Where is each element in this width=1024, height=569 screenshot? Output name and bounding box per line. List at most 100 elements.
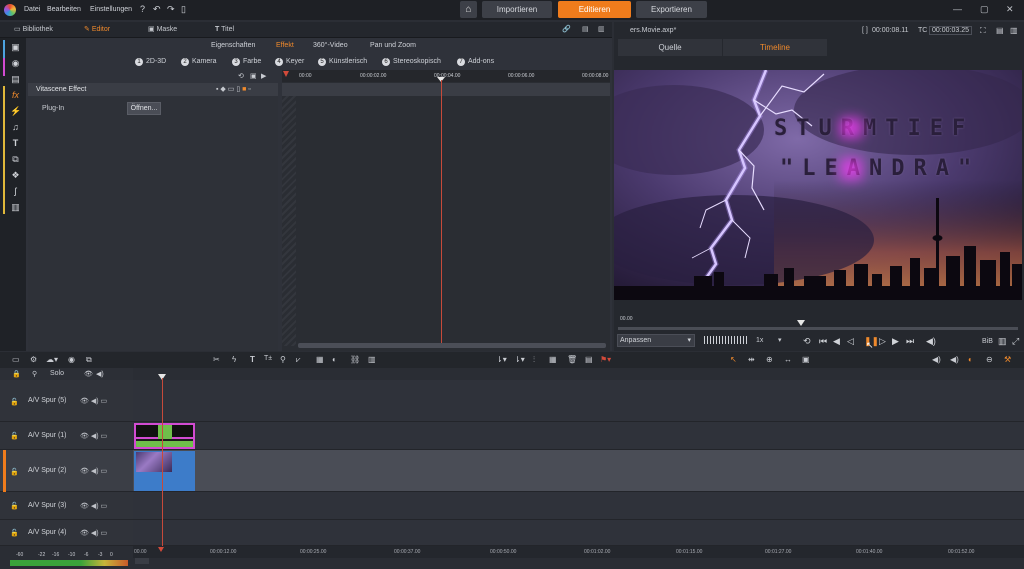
speed-select[interactable]: 1x (756, 337, 763, 344)
audio-all-icon[interactable]: ◀︎) (96, 370, 104, 378)
graphics-icon[interactable]: ⧉ (10, 154, 21, 165)
title-clip[interactable] (134, 423, 195, 449)
text-icon[interactable]: T (10, 138, 21, 149)
import-button[interactable]: Importieren (482, 1, 552, 18)
fx-category-color[interactable]: 3 Farbe (232, 58, 261, 66)
lock-icon[interactable]: 🔓 (10, 468, 19, 476)
tab-source[interactable]: Quelle (618, 39, 722, 56)
solo-icon[interactable]: ⚲ (32, 370, 37, 378)
trim-icon[interactable]: ⇹ (748, 355, 755, 364)
save-icon[interactable]: ▣ (250, 72, 257, 80)
open-plugin-button[interactable]: Öffnen... (127, 102, 161, 115)
fx-category-artistic[interactable]: 5 Künstlerisch (318, 58, 367, 66)
export-button[interactable]: Exportieren (636, 1, 707, 18)
track-lane-4[interactable] (133, 520, 1024, 546)
next-frame-icon[interactable]: ▶︎ (892, 336, 899, 347)
help-icon[interactable]: ? (140, 4, 145, 14)
tab-title[interactable]: T Titel (215, 24, 234, 36)
track-row-2[interactable]: 🔓 A/V Spur (2) 👁 ◀︎) ▭ (0, 450, 133, 492)
fx-category-2d3d[interactable]: 1 2D-3D (135, 58, 166, 66)
track-row-5[interactable]: 🔓 A/V Spur (5) 👁 ◀︎) ▭ (0, 380, 133, 422)
track-row-1[interactable]: 🔓 A/V Spur (1) 👁 ◀︎) ▭ (0, 422, 133, 450)
audio-icon[interactable]: ▥ (10, 202, 21, 213)
prev-frame-icon[interactable]: ◀︎ (833, 336, 840, 347)
ruler-playhead-marker[interactable] (158, 547, 164, 552)
track-controls-icons[interactable]: 👁 ◀︎) ▭ (80, 397, 107, 405)
keyframe-row[interactable] (282, 83, 610, 96)
edit-button[interactable]: Editieren (558, 1, 631, 18)
track-lane-2[interactable] (133, 450, 1024, 492)
subtab-effect[interactable]: Effekt (276, 42, 294, 49)
track-controls-icons[interactable]: 👁 ◀︎) ▭ (80, 432, 107, 440)
step-forward-icon[interactable]: ▷ (879, 336, 886, 347)
pip-button[interactable]: BiB (982, 338, 993, 345)
track-lane-3[interactable] (133, 492, 1024, 520)
subtab-pan-zoom[interactable]: Pan und Zoom (370, 42, 416, 49)
speed-chevron-icon[interactable]: ▾ (778, 336, 782, 344)
keyframe-area[interactable] (282, 70, 610, 351)
audio-ducking-icon[interactable]: ⩗ (296, 355, 301, 365)
magnet-icon[interactable]: ⇂▾ (496, 355, 507, 364)
track-row-3[interactable]: 🔓 A/V Spur (3) 👁 ◀︎) ▭ (0, 492, 133, 520)
marker-icon[interactable]: ⚑▾ (600, 355, 611, 364)
video-preview[interactable]: STURMTIEF "LEANDRA" (614, 70, 1022, 300)
link-clips-icon[interactable]: ⛓ (350, 355, 360, 364)
dual-view-icon[interactable]: ▥ (1010, 26, 1018, 35)
scrub-handle[interactable] (797, 320, 805, 326)
lock-icon[interactable]: 🔓 (10, 529, 19, 537)
timeline-layout-icon[interactable]: ▭ (12, 355, 20, 364)
media-icon[interactable]: ▣ (10, 42, 21, 53)
motion-track-icon[interactable]: ▦ (316, 355, 324, 364)
circle-icon[interactable]: ◉ (68, 355, 75, 364)
undo-icon[interactable]: ↶ (153, 4, 161, 15)
color-icon[interactable]: ◐ (332, 355, 337, 364)
subtab-properties[interactable]: Eigenschaften (211, 42, 255, 49)
track-lane-1[interactable] (133, 422, 1024, 450)
subtab-360-video[interactable]: 360°-Video (313, 42, 348, 49)
split-icon[interactable]: ▥ (368, 355, 376, 364)
loop-icon[interactable]: ⟲ (238, 72, 244, 80)
title-edit-icon[interactable]: T± (264, 355, 272, 362)
title-tool-icon[interactable]: T (250, 355, 255, 364)
timeline-tools-icon[interactable]: ⚒ (1004, 355, 1011, 364)
effect-header[interactable]: Vitascene Effect ▪ ◆ ▭ ▯ ■ ▫ (28, 83, 278, 96)
current-timecode[interactable]: 00:00:03.25 (929, 26, 972, 35)
globe-icon[interactable]: ◉ (10, 58, 21, 69)
step-back-icon[interactable]: ◁ (847, 336, 854, 347)
slip-icon[interactable]: ⊕ (766, 355, 773, 364)
lock-icon[interactable]: 🔓 (10, 432, 19, 440)
timeline-ruler[interactable] (133, 546, 1024, 558)
track-controls-icons[interactable]: 👁 ◀︎) ▭ (80, 467, 107, 475)
loop-toggle-icon[interactable]: ⟲ (803, 336, 811, 347)
panel-icon[interactable]: ▤ (582, 24, 589, 36)
stretch-icon[interactable]: ↔ (784, 355, 792, 364)
link-icon[interactable]: 🔗 (562, 24, 571, 36)
grid-icon[interactable]: ▦ (549, 355, 557, 364)
menu-file[interactable]: Datei (24, 6, 40, 13)
go-end-icon[interactable]: ⏭ (906, 336, 914, 347)
fx-category-stereo[interactable]: 6 Stereoskopisch (382, 58, 441, 66)
lock-icon[interactable]: 🔓 (10, 398, 19, 406)
track-lane-5[interactable] (133, 380, 1024, 422)
home-button[interactable]: ⌂ (460, 1, 477, 18)
storyboard-icon[interactable]: ⧉ (86, 355, 92, 365)
volume-icon[interactable]: ◀︎) (926, 336, 936, 347)
ripple-icon[interactable]: ⫶ (533, 355, 535, 365)
tab-timeline[interactable]: Timeline (723, 39, 827, 56)
razor-icon[interactable]: ϟ (232, 355, 236, 364)
clips-icon[interactable]: ▤ (10, 74, 21, 85)
play-small-icon[interactable]: ▶ (261, 72, 266, 80)
jog-shuttle[interactable] (704, 336, 748, 344)
effect-tools-icons[interactable]: ▪ ◆ ▭ ▯ ■ ▫ (216, 85, 251, 93)
audio-mix-icon[interactable]: ◀︎) (932, 355, 941, 364)
menu-edit[interactable]: Bearbeiten (47, 6, 81, 13)
visibility-all-icon[interactable]: 👁 (84, 370, 93, 378)
kf-scrollbar[interactable] (298, 343, 606, 348)
lock-icon[interactable]: 🔓 (10, 502, 19, 510)
fit-select[interactable]: Anpassen ▾ (617, 334, 695, 347)
kf-marker[interactable] (283, 71, 289, 77)
fx-category-camera[interactable]: 2 Kamera (181, 58, 217, 66)
keyframe-ruler[interactable]: 00:00 00:00:02.00 00:00:04.00 00:00:06.0… (282, 70, 610, 82)
cursor-tool-icon[interactable]: ↖ (730, 355, 737, 364)
fullscreen-toggle-icon[interactable]: ⤢ (1012, 336, 1019, 347)
